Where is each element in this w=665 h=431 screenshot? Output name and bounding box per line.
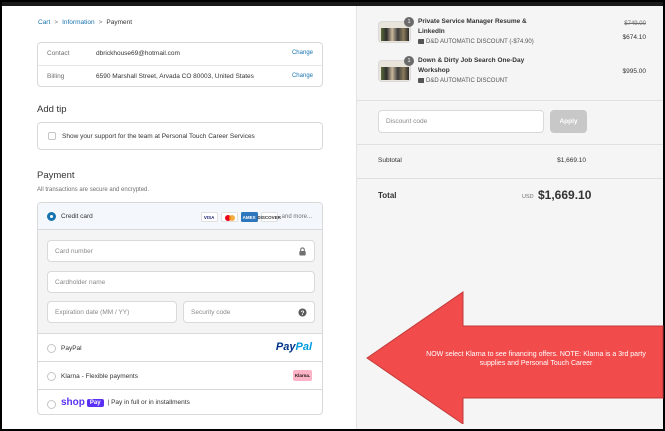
breadcrumb: Cart > Information > Payment xyxy=(38,19,132,26)
item-title: Down & Dirty Job Search One-Day Workshop xyxy=(418,57,525,74)
item-discount: D&D AUTOMATIC DISCOUNT (-$74.90) xyxy=(418,39,534,45)
annotation-text: NOW select Klarna to see financing offer… xyxy=(426,351,646,367)
paypal-label[interactable]: PayPal xyxy=(61,345,82,352)
svg-text:?: ? xyxy=(301,310,305,317)
help-icon[interactable]: ? xyxy=(298,308,307,317)
breadcrumb-separator: > xyxy=(98,19,103,26)
paypal-radio[interactable] xyxy=(47,344,56,353)
shop-pay-option[interactable]: shop Pay | Pay in full or in installment… xyxy=(38,390,322,414)
shop-pay-radio[interactable] xyxy=(47,400,56,409)
product-thumbnail: 1 xyxy=(378,17,414,43)
klarna-option[interactable]: Klarna - Flexible payments Klarna. xyxy=(38,362,322,390)
discount-placeholder: Discount code xyxy=(386,118,428,125)
credit-card-radio[interactable] xyxy=(47,212,56,221)
product-thumbnail: 1 xyxy=(378,56,414,82)
item-price: $995.00 xyxy=(622,68,647,75)
shop-pay-logo: shop Pay | Pay in full or in installment… xyxy=(61,397,190,408)
contact-row: Contact dbrickhouse69@hotmail.com Change xyxy=(38,43,322,65)
cardholder-placeholder: Cardholder name xyxy=(55,279,106,286)
billing-value: 6590 Marshall Street, Arvada CO 80003, U… xyxy=(96,73,254,80)
order-item: 1 Down & Dirty Job Search One-Day Worksh… xyxy=(378,56,648,92)
mastercard-icon xyxy=(220,212,238,222)
discover-icon: DISCOVER xyxy=(257,212,281,222)
amex-icon: AMEX xyxy=(240,212,258,222)
tip-checkbox-label[interactable]: Show your support for the team at Person… xyxy=(62,133,255,140)
credit-card-label[interactable]: Credit card xyxy=(61,213,93,220)
tag-icon xyxy=(418,78,424,83)
paypal-logo: PayPal xyxy=(275,341,312,353)
billing-label: Billing xyxy=(47,73,65,80)
expiration-date-field[interactable]: Expiration date (MM / YY) xyxy=(47,301,177,323)
klarna-logo: Klarna. xyxy=(293,370,312,381)
security-code-field[interactable]: Security code ? xyxy=(183,301,315,323)
visa-icon: VISA xyxy=(200,212,218,222)
more-cards-text: and more... xyxy=(281,214,312,220)
cardholder-name-field[interactable]: Cardholder name xyxy=(47,271,315,293)
change-contact-link[interactable]: Change xyxy=(292,50,313,56)
klarna-radio[interactable] xyxy=(47,372,56,381)
tip-checkbox[interactable] xyxy=(48,132,56,140)
payment-title: Payment xyxy=(37,170,75,181)
card-number-placeholder: Card number xyxy=(55,248,93,255)
expiration-placeholder: Expiration date (MM / YY) xyxy=(55,309,130,316)
item-original-price: $749.00 xyxy=(624,21,646,27)
card-logos: VISA AMEX DISCOVER and more... xyxy=(200,212,312,222)
item-discount: D&D AUTOMATIC DISCOUNT xyxy=(418,78,508,84)
divider xyxy=(357,178,663,179)
subtotal-label: Subtotal xyxy=(378,157,402,164)
lock-icon xyxy=(299,247,306,256)
apply-button[interactable]: Apply xyxy=(550,110,587,133)
breadcrumb-cart[interactable]: Cart xyxy=(38,19,50,26)
order-item: 1 Private Service Manager Resume & Linke… xyxy=(378,17,648,53)
quantity-badge: 1 xyxy=(404,56,414,66)
card-number-field[interactable]: Card number xyxy=(47,240,315,262)
change-billing-link[interactable]: Change xyxy=(292,73,313,79)
klarna-label[interactable]: Klarna - Flexible payments xyxy=(61,373,138,380)
total-currency: USD xyxy=(522,194,534,200)
tip-title: Add tip xyxy=(37,104,67,115)
discount-code-input[interactable]: Discount code xyxy=(378,110,544,133)
breadcrumb-information[interactable]: Information xyxy=(62,19,95,26)
item-title: Private Service Manager Resume & LinkedI… xyxy=(418,18,527,35)
credit-card-fields: Card number Cardholder name Expiration d… xyxy=(38,230,322,334)
quantity-badge: 1 xyxy=(404,17,414,27)
item-price: $674.10 xyxy=(622,34,647,41)
divider xyxy=(357,100,663,101)
payment-subtitle: All transactions are secure and encrypte… xyxy=(37,187,150,193)
shop-pay-text: | Pay in full or in installments xyxy=(107,399,190,406)
paypal-option[interactable]: PayPal PayPal xyxy=(38,334,322,362)
billing-row: Billing 6590 Marshall Street, Arvada CO … xyxy=(38,65,322,87)
security-placeholder: Security code xyxy=(191,309,231,316)
breadcrumb-payment: Payment xyxy=(106,19,133,26)
divider xyxy=(357,144,663,145)
review-box: Contact dbrickhouse69@hotmail.com Change… xyxy=(37,42,323,87)
total-label: Total xyxy=(378,191,397,200)
credit-card-option[interactable]: Credit card VISA AMEX DISCOVER and more.… xyxy=(38,203,322,230)
tip-box: Show your support for the team at Person… xyxy=(37,122,323,150)
breadcrumb-separator: > xyxy=(54,19,59,26)
tag-icon xyxy=(418,39,424,44)
contact-label: Contact xyxy=(47,50,70,57)
total-value: $1,669.10 xyxy=(538,188,592,202)
payment-methods: Credit card VISA AMEX DISCOVER and more.… xyxy=(37,202,323,415)
contact-value: dbrickhouse69@hotmail.com xyxy=(96,50,180,57)
subtotal-value: $1,669.10 xyxy=(557,157,586,164)
